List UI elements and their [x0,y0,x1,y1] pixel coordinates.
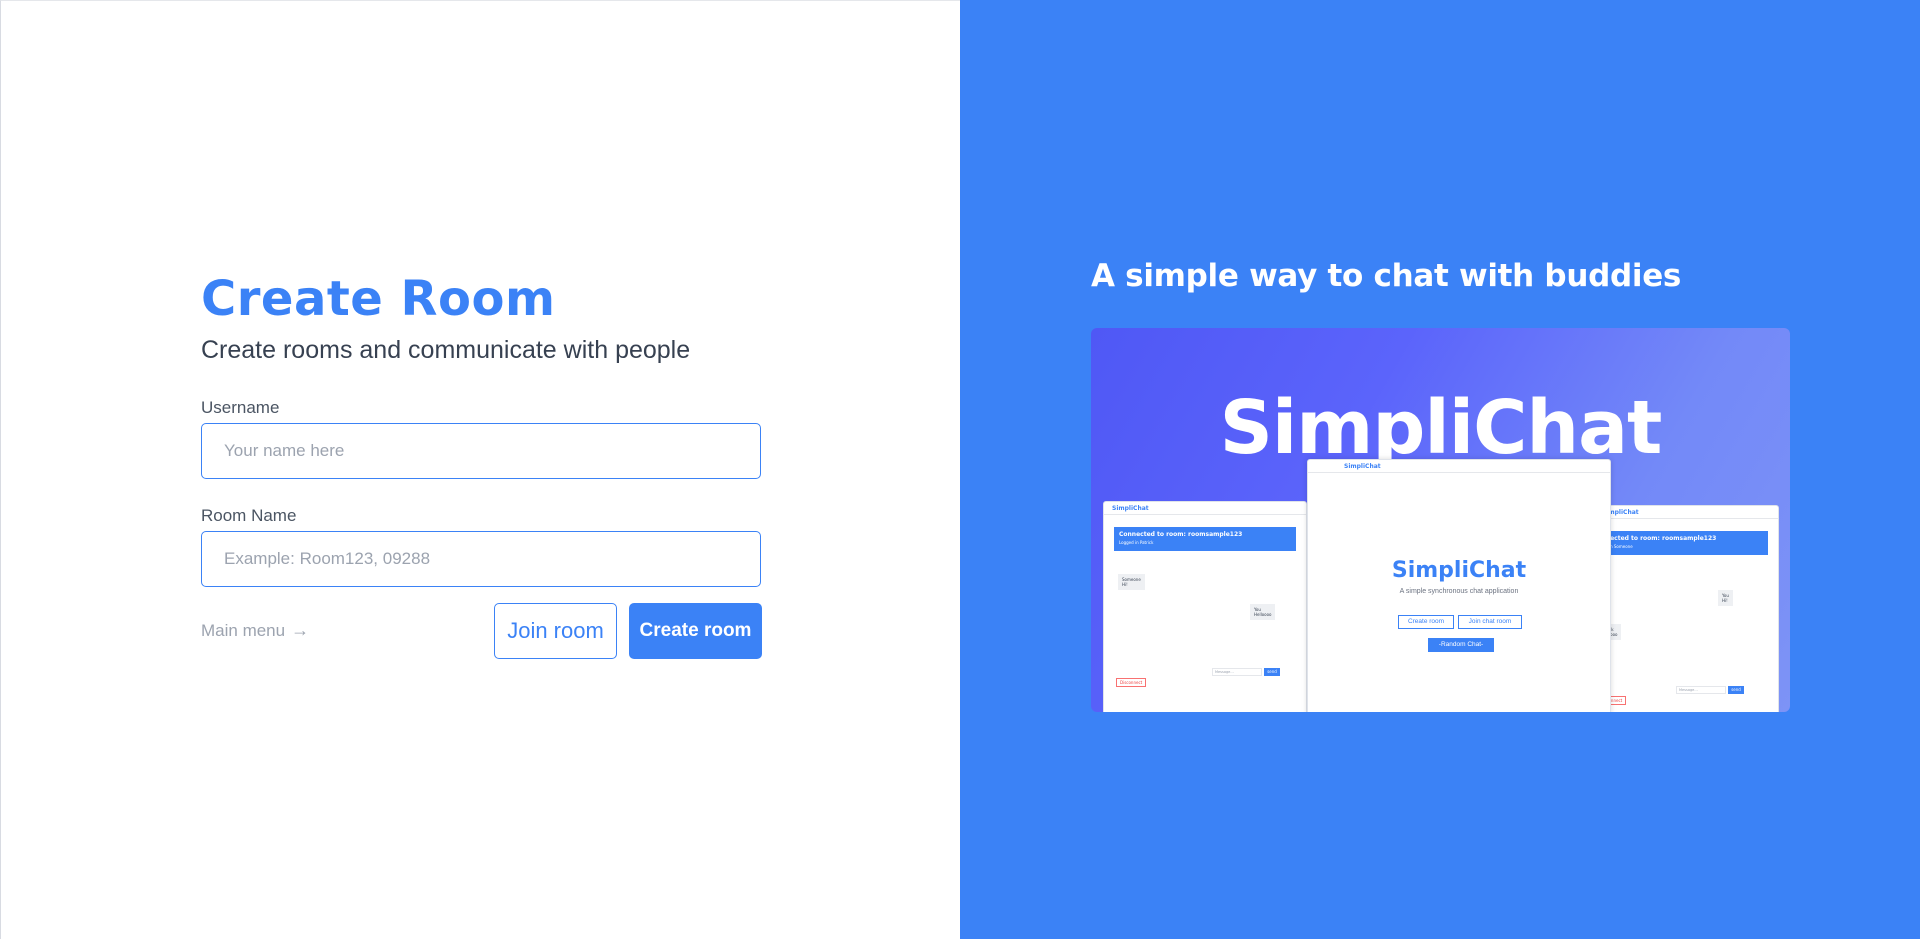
main-menu-label: Main menu [201,620,286,640]
create-room-form: Create Room Create rooms and communicate… [201,269,763,659]
preview-center-subtitle: A simple synchronous chat application [1399,588,1519,595]
page-title: Create Room [201,271,556,327]
preview-bubble: You Helloooo [1250,604,1276,620]
create-room-button[interactable]: Create room [629,603,762,659]
preview-window-bar: SimpliChat [1308,460,1610,473]
preview-create-room-button: Create room [1398,615,1454,629]
room-name-input[interactable] [201,531,761,587]
preview-window-right: SimpliChat Connected to room: roomsample… [1588,505,1779,712]
preview-connected-text: Connected to room: roomsample123 [1119,531,1243,538]
username-input[interactable] [201,423,761,479]
preview-random-chat-button: -Random Chat- [1428,638,1494,652]
room-name-label: Room Name [201,506,297,525]
preview-window-center: SimpliChat SimpliChat A simple synchrono… [1307,459,1611,712]
preview-connected-text: Connected to room: roomsample123 [1593,535,1717,542]
preview-send-button: send [1264,668,1280,676]
preview-brand-title: SimpliChat [1219,385,1663,471]
promo-panel: A simple way to chat with buddies Simpli… [960,0,1920,939]
form-panel: Create Room Create rooms and communicate… [0,0,960,939]
preview-bubble: You Hi! [1718,590,1733,606]
preview-send-button: send [1728,686,1744,694]
preview-window-left: SimpliChat Connected to room: roomsample… [1103,501,1307,712]
join-room-button[interactable]: Join room [494,603,617,659]
form-actions: Main menu → Join room Create room [201,603,762,659]
app-preview-image: SimpliChat SimpliChat Connected to room:… [1091,328,1790,712]
page-subtitle: Create rooms and communicate with people [201,336,691,364]
preview-message-input: Message... [1212,668,1262,676]
main-menu-link[interactable]: Main menu → [201,620,309,641]
preview-bubble: Someone Hi! [1118,574,1145,590]
preview-connected-banner: Connected to room: roomsample123 Logged … [1114,527,1296,551]
preview-join-room-button: Join chat room [1458,615,1522,629]
preview-bubble-text: Helloooo [1254,612,1272,617]
username-label: Username [201,398,280,417]
preview-bubble-text: Hi! [1722,598,1728,603]
preview-bubble-text: Hi! [1122,582,1128,587]
preview-center-brand: SimpliChat [1391,558,1527,583]
preview-window-bar: SimpliChat [1104,502,1306,515]
preview-connected-banner: Connected to room: roomsample123 Logged … [1588,531,1768,555]
promo-tagline: A simple way to chat with buddies [1091,258,1682,294]
preview-message-input: Message... [1676,686,1726,694]
preview-logged-text: Logged in Patrick [1119,540,1154,545]
preview-logged-text: Logged in Someone [1593,544,1633,549]
preview-window-bar: SimpliChat [1594,506,1778,519]
preview-disconnect-button: Disconnect [1116,678,1147,687]
arrow-right-icon: → [291,620,310,640]
